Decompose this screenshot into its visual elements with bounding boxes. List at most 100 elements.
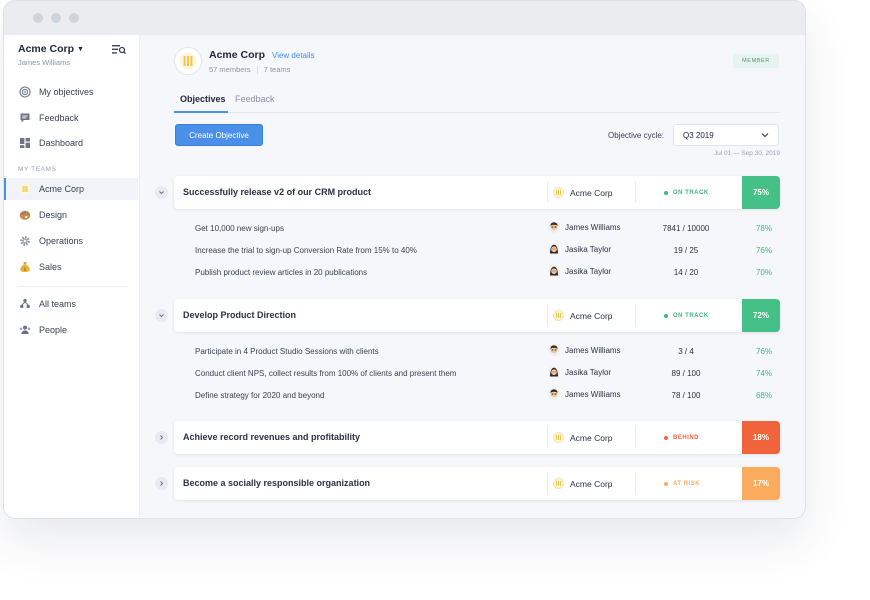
team-design[interactable]: Design [4, 204, 138, 226]
team-avatar [174, 47, 202, 75]
acme-logo-icon [553, 310, 564, 321]
nav-my-objectives[interactable]: My objectives [4, 81, 138, 103]
tab-objectives[interactable]: Objectives [180, 94, 226, 104]
chevron-down-icon [159, 314, 164, 318]
gear-icon [19, 235, 31, 247]
objective-row[interactable]: Become a socially responsible organizati… [174, 467, 780, 500]
members-count: 57 members [209, 65, 251, 74]
tab-feedback[interactable]: Feedback [235, 94, 275, 104]
role-badge: MEMBER [733, 54, 779, 68]
key-result-percent: 76% [755, 246, 772, 255]
cycle-label: Objective cycle: [608, 131, 665, 140]
acme-logo-icon [553, 187, 564, 198]
nav-label: Dashboard [39, 138, 84, 148]
key-result-percent: 68% [755, 391, 772, 400]
key-result-percent: 76% [755, 347, 772, 356]
chevron-down-icon [159, 191, 164, 195]
nav-dashboard[interactable]: Dashboard [4, 132, 138, 154]
status-dot [664, 313, 668, 318]
key-result-row[interactable]: Get 10,000 new sign-ups James Williams 7… [174, 217, 780, 239]
key-result-owner: James Williams [548, 221, 621, 233]
tab-label: Feedback [235, 94, 275, 104]
acme-logo-icon [179, 52, 197, 70]
target-icon [19, 86, 31, 98]
key-result-row[interactable]: Increase the trial to sign-up Conversion… [174, 239, 780, 261]
objective-row[interactable]: Develop Product Direction Acme Corp ON T… [174, 299, 780, 332]
team-label: Operations [39, 236, 84, 246]
key-result-title: Conduct client NPS, collect results from… [195, 369, 457, 378]
objective-title: Successfully release v2 of our CRM produ… [183, 187, 372, 197]
status-badge: BEHIND [635, 427, 699, 448]
key-result-title: Define strategy for 2020 and beyond [195, 391, 325, 400]
objective-team: Acme Corp [547, 473, 613, 494]
window-close-dot[interactable] [33, 13, 43, 23]
collapse-toggle[interactable] [155, 309, 168, 322]
key-result-row[interactable]: Participate in 4 Product Studio Sessions… [174, 340, 780, 362]
key-result-row[interactable]: Define strategy for 2020 and beyond Jame… [174, 384, 780, 406]
expand-toggle[interactable] [155, 477, 168, 490]
cycle-select[interactable]: Q3 2019 [673, 124, 779, 146]
window-maximize-dot[interactable] [69, 13, 79, 23]
key-result-owner: Jasika Taylor [548, 265, 611, 277]
key-result-progress: 14 / 20 [673, 268, 699, 277]
meta-divider [256, 66, 258, 74]
expand-toggle[interactable] [155, 431, 168, 444]
window-titlebar [4, 1, 805, 35]
key-result-owner: Jasika Taylor [548, 366, 611, 378]
status-dot [664, 190, 668, 195]
chevron-down-icon: ▼ [77, 46, 84, 53]
sidebar: Acme Corp ▼ James Williams My objectives … [4, 35, 140, 518]
nav-all-teams[interactable]: All teams [4, 293, 138, 315]
key-result-progress: 19 / 25 [673, 246, 699, 255]
tab-bar: Objectives Feedback [174, 91, 780, 113]
window-minimize-dot[interactable] [51, 13, 61, 23]
chevron-down-icon [761, 133, 769, 138]
key-result-progress: 78 / 100 [671, 391, 701, 400]
team-label: Acme Corp [39, 184, 85, 194]
owner-name: Jasika Taylor [565, 244, 612, 254]
team-sales[interactable]: $ Sales [4, 256, 138, 278]
status-text: ON TRACK [673, 189, 709, 196]
acme-logo-icon [553, 478, 564, 489]
owner-name: James Williams [565, 389, 621, 399]
nav-label: My objectives [39, 87, 94, 97]
filter-search-icon[interactable] [112, 44, 126, 55]
chat-icon [19, 112, 31, 124]
team-acme-corp[interactable]: Acme Corp [4, 178, 138, 200]
avatar-icon [548, 366, 560, 378]
collapse-toggle[interactable] [155, 186, 168, 199]
team-name: Acme Corp [570, 478, 613, 489]
key-result-percent: 78% [755, 224, 772, 233]
objective-row[interactable]: Achieve record revenues and profitabilit… [174, 421, 780, 454]
teams-icon [19, 298, 31, 310]
nav-label: All teams [39, 299, 77, 309]
key-result-row[interactable]: Conduct client NPS, collect results from… [174, 362, 780, 384]
svg-text:$: $ [24, 266, 27, 272]
objective-row[interactable]: Successfully release v2 of our CRM produ… [174, 176, 780, 209]
avatar-icon [548, 344, 560, 356]
objective-title: Achieve record revenues and profitabilit… [183, 432, 361, 442]
palette-icon [19, 209, 31, 221]
nav-label: Feedback [39, 113, 79, 123]
key-result-progress: 89 / 100 [671, 369, 701, 378]
objective-team: Acme Corp [547, 182, 613, 203]
objective-title: Become a socially responsible organizati… [183, 478, 371, 488]
nav-people[interactable]: People [4, 319, 138, 341]
create-objective-button[interactable]: Create Objective [175, 124, 263, 146]
app-window: Acme Corp ▼ James Williams My objectives … [3, 0, 806, 519]
key-result-title: Get 10,000 new sign-ups [195, 224, 284, 233]
objective-team: Acme Corp [547, 305, 613, 326]
org-switcher[interactable]: Acme Corp ▼ [18, 43, 84, 55]
status-badge: ON TRACK [635, 182, 709, 203]
team-operations[interactable]: Operations [4, 230, 138, 252]
owner-name: Jasika Taylor [565, 367, 612, 377]
key-result-percent: 74% [755, 369, 772, 378]
progress-percent: 75% [742, 176, 780, 209]
view-details-link[interactable]: View details [272, 51, 315, 60]
cycle-date-range: Jul 01 — Sep 30, 2019 [713, 150, 780, 157]
key-result-progress: 3 / 4 [678, 347, 694, 356]
nav-feedback[interactable]: Feedback [4, 107, 138, 129]
avatar-icon [548, 388, 560, 400]
objective-team: Acme Corp [547, 427, 613, 448]
key-result-row[interactable]: Publish product review articles in 20 pu… [174, 261, 780, 283]
